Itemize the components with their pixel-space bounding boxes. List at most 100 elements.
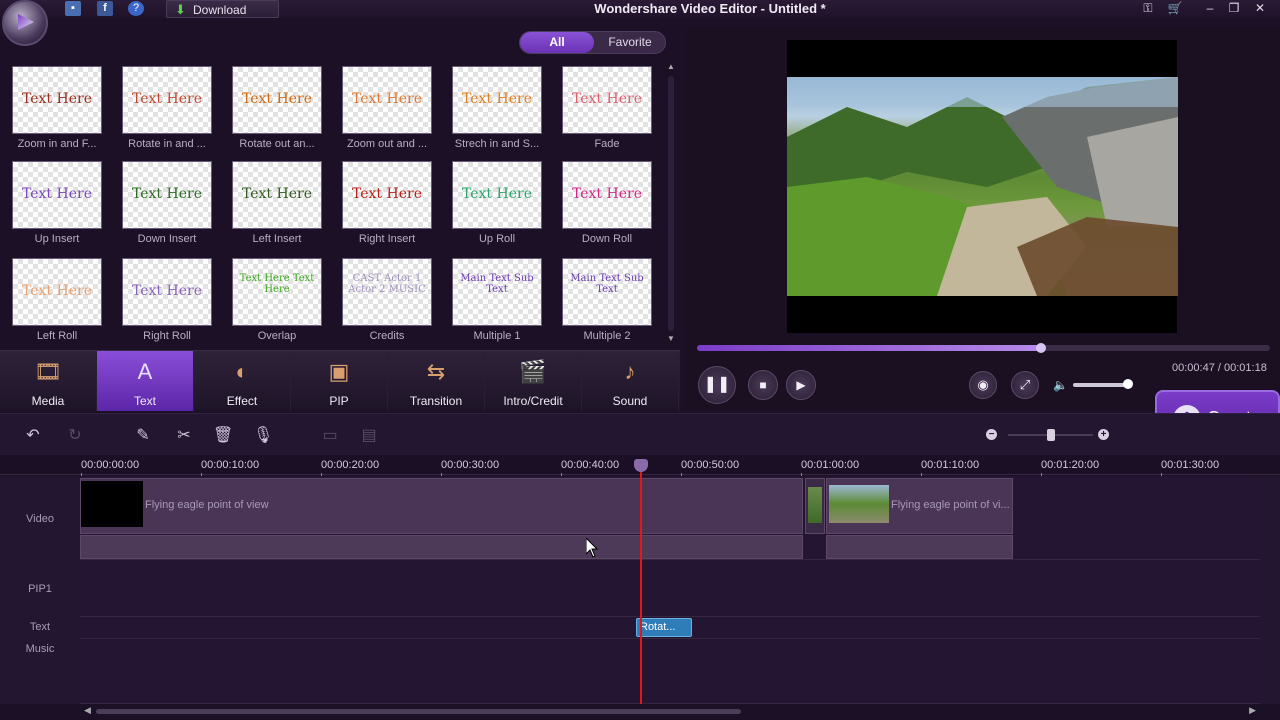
text-template-4[interactable]: Text Here [342, 66, 432, 134]
template-preview-text: Text Here [352, 186, 422, 202]
text-template-1[interactable]: Text Here [12, 66, 102, 134]
template-label: Fade [594, 138, 620, 150]
video-clip-2-audio[interactable] [826, 535, 1013, 559]
text-template-7[interactable]: Text Here [12, 161, 102, 229]
timeline-scroll-thumb[interactable] [96, 709, 741, 714]
redo-icon[interactable]: ↻ [65, 426, 85, 446]
text-template-13[interactable]: Text Here [12, 258, 102, 326]
transition-clip[interactable] [805, 478, 825, 534]
text-template-6[interactable]: Text Here [562, 66, 652, 134]
close-icon[interactable]: ✕ [1251, 1, 1269, 16]
track-name-text: Text [29, 621, 51, 633]
tab-text[interactable]: A Text [97, 351, 194, 411]
stop-button[interactable]: ■ [748, 370, 778, 400]
edit-icon[interactable]: ✎ [133, 426, 153, 446]
library-scrollbar[interactable]: ▲ ▼ [666, 62, 676, 347]
playhead-line[interactable] [640, 462, 642, 704]
filter-all-button[interactable]: All [520, 32, 594, 53]
app-logo[interactable] [2, 0, 48, 46]
template-label: Credits [369, 330, 405, 342]
tab-transition[interactable]: ⇆ Transition [388, 351, 485, 411]
split-icon[interactable]: ✂ [174, 426, 194, 446]
sound-icon: ♪ [624, 359, 636, 384]
transition-icon: ⇆ [426, 359, 446, 384]
text-template-16[interactable]: CAST Actor 1 Actor 2 MUSIC [342, 258, 432, 326]
progress-knob[interactable] [1035, 343, 1046, 353]
text-template-12[interactable]: Text Here [562, 161, 652, 229]
undo-icon[interactable]: ↶ [23, 426, 43, 446]
video-clip-1[interactable]: Flying eagle point of view [80, 478, 803, 534]
tab-label: Sound [612, 394, 648, 408]
library-scroll-track[interactable] [668, 76, 674, 331]
fullscreen-button[interactable]: ⤢ [1011, 371, 1039, 399]
settings-icon[interactable]: ▤ [359, 426, 379, 446]
scroll-right-arrow-icon[interactable]: ▶ [1249, 705, 1256, 716]
tab-label: Text [133, 394, 156, 408]
template-label: Strech in and S... [454, 138, 540, 150]
minimize-icon[interactable]: – [1201, 1, 1219, 16]
text-template-15[interactable]: Text Here Text Here [232, 258, 322, 326]
text-template-5[interactable]: Text Here [452, 66, 542, 134]
zoom-in-button[interactable]: + [1098, 429, 1109, 440]
text-template-10[interactable]: Text Here [342, 161, 432, 229]
template-label: Left Insert [252, 233, 302, 245]
delete-icon[interactable]: 🗑 [213, 426, 233, 446]
zoom-slider[interactable] [1008, 429, 1093, 441]
text-template-18[interactable]: Main Text Sub Text [562, 258, 652, 326]
text-template-14[interactable]: Text Here [122, 258, 212, 326]
snapshot-button[interactable]: ◉ [969, 371, 997, 399]
text-template-3[interactable]: Text Here [232, 66, 322, 134]
pip-lane[interactable] [80, 560, 1260, 617]
text-clip[interactable]: Rotat... [636, 618, 692, 637]
zoom-out-button[interactable]: − [986, 429, 997, 440]
template-preview-text: Text Here [242, 186, 312, 202]
timeline-scrollbar[interactable]: ◀ ▶ [80, 705, 1260, 718]
text-template-2[interactable]: Text Here [122, 66, 212, 134]
restore-icon[interactable]: ❐ [1225, 1, 1243, 16]
key-icon[interactable]: ⚿ [1139, 1, 1157, 16]
tab-effect[interactable]: ◐ Effect [194, 351, 291, 411]
pause-button[interactable]: ❚❚ [698, 366, 736, 404]
clip-label: Flying eagle point of view [145, 499, 269, 511]
filter-favorite-button[interactable]: Favorite [594, 32, 665, 53]
template-preview-text: Text Here [462, 186, 532, 202]
tab-introcredit[interactable]: 🎬 Intro/Credit [485, 351, 582, 411]
text-template-9[interactable]: Text Here [232, 161, 322, 229]
scroll-down-arrow-icon[interactable]: ▼ [666, 334, 676, 343]
window-title: Wondershare Video Editor - Untitled * [594, 1, 826, 16]
text-template-8[interactable]: Text Here [122, 161, 212, 229]
transition-thumbnail [808, 487, 822, 523]
scroll-up-arrow-icon[interactable]: ▲ [666, 62, 676, 71]
template-label: Up Roll [478, 233, 516, 245]
ruler-tick: 00:01:20:00 [1041, 459, 1100, 478]
video-scene [787, 77, 1178, 296]
template-preview-text: Main Text Sub Text [570, 273, 644, 295]
music-lane[interactable] [80, 639, 1260, 704]
effect-icon: ◐ [235, 359, 249, 384]
video-clip-1-audio[interactable] [80, 535, 803, 559]
template-label: Left Roll [36, 330, 78, 342]
time-display: 00:00:47 / 00:01:18 [1172, 362, 1267, 374]
tab-sound[interactable]: ♪ Sound [582, 351, 679, 411]
track-name-video: Video [26, 513, 54, 525]
next-frame-button[interactable]: ▶ [786, 370, 816, 400]
tab-label: Effect [226, 394, 258, 408]
video-clip-2[interactable]: Flying eagle point of vi... [826, 478, 1013, 534]
record-voice-icon[interactable]: 🎙 [253, 426, 273, 446]
template-preview-text: Text Here [132, 283, 202, 299]
volume-slider[interactable] [1073, 379, 1134, 389]
template-label: Zoom out and ... [346, 138, 428, 150]
tab-media[interactable]: 🎞 Media [0, 351, 97, 411]
text-template-17[interactable]: Main Text Sub Text [452, 258, 542, 326]
cart-icon[interactable]: 🛒 [1166, 1, 1184, 16]
text-template-11[interactable]: Text Here [452, 161, 542, 229]
volume-icon[interactable]: 🔈 [1053, 378, 1068, 392]
playback-progress-bar[interactable] [697, 343, 1270, 353]
template-label: Zoom in and F... [17, 138, 97, 150]
crop-icon[interactable]: ▭ [320, 426, 340, 446]
scroll-left-arrow-icon[interactable]: ◀ [84, 705, 91, 716]
zoom-knob[interactable] [1047, 429, 1056, 441]
template-preview-text: Text Here Text Here [239, 273, 315, 295]
tab-pip[interactable]: ▣ PIP [291, 351, 388, 411]
template-label: Right Roll [143, 330, 191, 342]
